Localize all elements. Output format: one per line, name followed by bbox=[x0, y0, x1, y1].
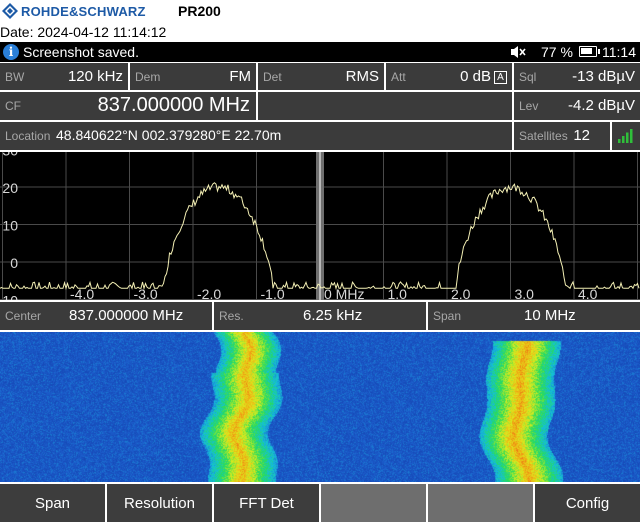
lev-value: -4.2 dBµV bbox=[567, 97, 635, 114]
mute-icon[interactable] bbox=[510, 44, 526, 60]
y-tick-label: -10 bbox=[0, 293, 18, 301]
det-value: RMS bbox=[345, 68, 379, 85]
location-label: Location bbox=[5, 129, 51, 143]
att-value-wrap: 0 dB A bbox=[460, 68, 507, 85]
cf-label: CF bbox=[5, 99, 21, 113]
brand-logo: ROHDE&SCHWARZ bbox=[2, 3, 146, 19]
att-auto-badge: A bbox=[494, 71, 507, 84]
y-tick-label: 30 bbox=[2, 152, 18, 159]
location-value: 48.840622°N 002.379280°E 22.70m bbox=[56, 127, 282, 143]
empty-field bbox=[258, 92, 512, 120]
softkey-span[interactable]: Span bbox=[0, 484, 107, 522]
battery-percent: 77 % bbox=[541, 44, 573, 60]
softkey-resolution[interactable]: Resolution bbox=[107, 484, 214, 522]
x-tick-label: -2.0 bbox=[197, 286, 221, 300]
bw-label: BW bbox=[5, 70, 25, 84]
dem-field[interactable]: Dem FM bbox=[130, 63, 256, 90]
satellites-value: 12 bbox=[573, 127, 590, 144]
softkey-empty-1[interactable] bbox=[321, 484, 428, 522]
location-field: Location 48.840622°N 002.379280°E 22.70m bbox=[0, 122, 512, 150]
softkey-config[interactable]: Config bbox=[535, 484, 640, 522]
softkey-bar: Span Resolution FFT Det Config bbox=[0, 484, 640, 522]
signal-strength-icon bbox=[618, 129, 633, 143]
att-field[interactable]: Att 0 dB A bbox=[386, 63, 512, 90]
span-field[interactable]: Span 10 MHz bbox=[428, 302, 640, 330]
lev-label: Lev bbox=[519, 99, 539, 113]
satellites-field: Satellites 12 bbox=[514, 122, 610, 150]
resolution-label: Res. bbox=[219, 309, 244, 323]
y-tick-label: 10 bbox=[2, 218, 18, 234]
clock: 11:14 bbox=[602, 44, 636, 60]
center-field[interactable]: Center 837.000000 MHz bbox=[0, 302, 212, 330]
det-field[interactable]: Det RMS bbox=[258, 63, 384, 90]
resolution-value: 6.25 kHz bbox=[303, 307, 363, 324]
satellites-label: Satellites bbox=[519, 129, 568, 143]
att-label: Att bbox=[391, 70, 406, 84]
dem-value: FM bbox=[229, 68, 251, 85]
status-message: Screenshot saved. bbox=[23, 44, 139, 60]
center-value: 837.000000 MHz bbox=[69, 307, 184, 324]
cf-value: 837.000000 MHz bbox=[97, 94, 250, 116]
spectrum-display[interactable]: 3020100-10 -4.0-3.0-2.0-1.00 MHz1.02.03.… bbox=[0, 152, 640, 300]
y-tick-label: 20 bbox=[2, 180, 18, 196]
waterfall-display[interactable] bbox=[0, 332, 640, 482]
sql-label: Sql bbox=[519, 70, 537, 84]
dem-label: Dem bbox=[135, 70, 161, 84]
waterfall-canvas bbox=[0, 332, 640, 482]
softkey-empty-2[interactable] bbox=[428, 484, 535, 522]
y-tick-label: 0 bbox=[10, 255, 18, 271]
sql-field[interactable]: Sql -13 dBµV bbox=[514, 63, 640, 90]
battery-icon bbox=[579, 46, 600, 57]
bw-field[interactable]: BW 120 kHz bbox=[0, 63, 128, 90]
center-label: Center bbox=[5, 309, 42, 323]
device-model: PR200 bbox=[178, 3, 221, 19]
lev-field: Lev -4.2 dBµV bbox=[514, 92, 640, 120]
cf-field[interactable]: CF 837.000000 MHz bbox=[0, 92, 256, 120]
span-label: Span bbox=[433, 309, 462, 323]
header: ROHDE&SCHWARZ PR200 Date: 2024-04-12 11:… bbox=[0, 0, 640, 42]
softkey-fft-det[interactable]: FFT Det bbox=[214, 484, 321, 522]
det-label: Det bbox=[263, 70, 282, 84]
bw-value: 120 kHz bbox=[67, 68, 123, 85]
att-value: 0 dB bbox=[460, 68, 491, 85]
status-bar: i Screenshot saved. 77 % 11:14 bbox=[0, 42, 640, 62]
rohde-schwarz-logo-icon bbox=[2, 3, 18, 19]
span-value: 10 MHz bbox=[524, 307, 576, 324]
screenshot-date: Date: 2024-04-12 11:14:12 bbox=[0, 24, 167, 40]
resolution-field[interactable]: Res. 6.25 kHz bbox=[214, 302, 426, 330]
info-icon: i bbox=[3, 44, 19, 60]
brand-name: ROHDE&SCHWARZ bbox=[21, 3, 146, 19]
x-tick-label: 3.0 bbox=[515, 286, 535, 300]
sql-value: -13 dBµV bbox=[572, 68, 635, 85]
spectrum-plot: 3020100-10 -4.0-3.0-2.0-1.00 MHz1.02.03.… bbox=[0, 152, 640, 300]
